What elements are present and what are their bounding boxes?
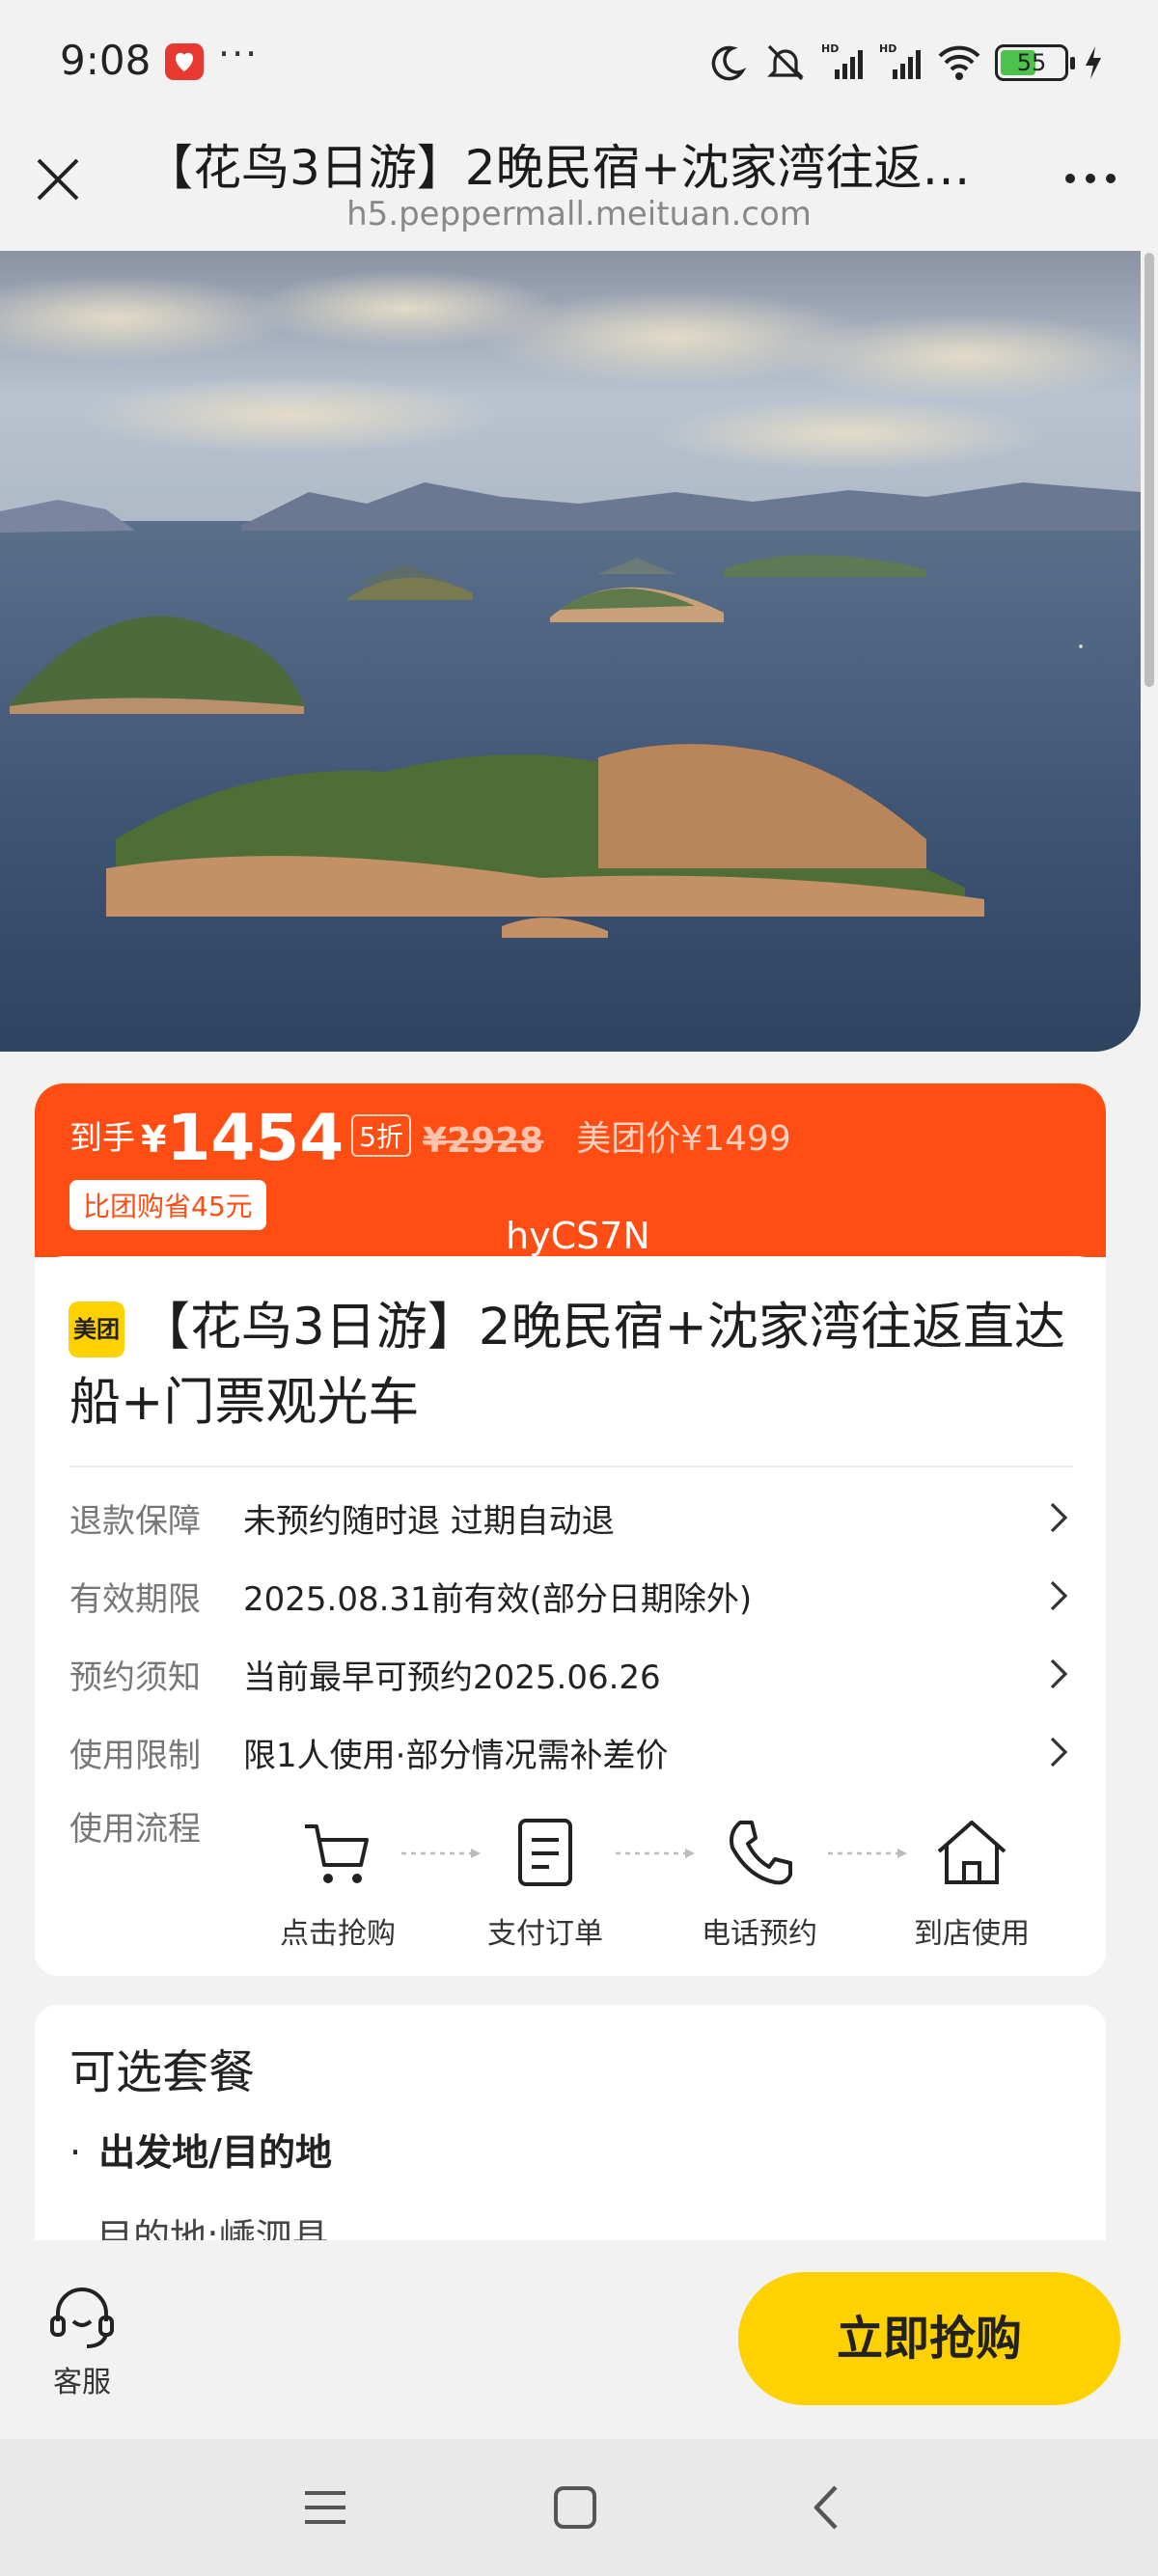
page-title: 【花鸟3日游】2晚民宿+沈家湾往返直达船+门票观光车: [145, 140, 1013, 196]
flow-step-label: 电话预约: [702, 1917, 817, 1951]
flow-step-label: 支付订单: [487, 1917, 603, 1951]
overlay-code: hyCS7N: [506, 1215, 650, 1257]
moon-icon: [711, 45, 747, 81]
price-banner: 到手 ¥ 1454 5折 ¥2928 美团价¥1499 比团购省45元 hyCS…: [35, 1083, 1106, 1257]
svg-text:HD: HD: [879, 42, 896, 55]
usage-flow-label: 使用流程: [69, 1810, 201, 1849]
info-row-refund[interactable]: 退款保障 未预约随时退 过期自动退: [69, 1489, 1073, 1547]
chevron-right-icon: [1050, 1658, 1068, 1689]
flow-step-visit: 到店使用: [890, 1813, 1054, 1952]
buy-now-button[interactable]: 立即抢购: [738, 2272, 1120, 2405]
info-value: 未预约随时退 过期自动退: [243, 1501, 615, 1541]
status-bar: 9:08 ··· HD HD 55: [0, 0, 1158, 125]
chevron-right-icon: [1050, 1502, 1068, 1533]
info-value: 当前最早可预约2025.06.26: [243, 1658, 661, 1697]
divider: [69, 1466, 1073, 1467]
svg-text:HD: HD: [821, 42, 839, 55]
product-detail-card: 美团 【花鸟3日游】2晚民宿+沈家湾往返直达船+门票观光车 退款保障 未预约随时…: [35, 1256, 1106, 1976]
menu-icon[interactable]: [299, 2481, 351, 2534]
info-value: 2025.08.31前有效(部分日期除外): [243, 1579, 753, 1619]
info-row-usage-limit[interactable]: 使用限制 限1人使用·部分情况需补差价: [69, 1723, 1073, 1781]
info-value: 限1人使用·部分情况需补差价: [243, 1736, 669, 1775]
flow-step-label: 点击抢购: [280, 1917, 396, 1951]
final-price: 1454: [166, 1101, 345, 1175]
info-row-validity[interactable]: 有效期限 2025.08.31前有效(部分日期除外): [69, 1567, 1073, 1625]
headset-icon: [50, 2288, 114, 2348]
close-icon[interactable]: [31, 152, 85, 206]
document-icon: [518, 1819, 572, 1886]
customer-service-label: 客服: [53, 2366, 111, 2399]
browser-header: 【花鸟3日游】2晚民宿+沈家湾往返直达船+门票观光车 h5.peppermall…: [0, 125, 1158, 251]
signal-hd-icon: HD: [821, 42, 863, 79]
currency-symbol: ¥: [141, 1118, 167, 1161]
destination-text: 目的地:嵊泗县: [96, 2216, 329, 2240]
cart-icon: [305, 1824, 369, 1883]
chevron-right-icon: [1050, 1580, 1068, 1611]
status-more: ···: [218, 33, 260, 75]
meituan-price: 美团价¥1499: [576, 1119, 791, 1159]
charging-icon: [1086, 46, 1101, 79]
home-square-icon[interactable]: [549, 2481, 601, 2534]
wifi-icon: [938, 45, 980, 80]
final-price-label: 到手: [69, 1119, 135, 1158]
signal-hd-icon: HD: [879, 42, 921, 79]
page-scrollbar[interactable]: [1144, 253, 1154, 687]
info-key: 有效期限: [69, 1579, 201, 1619]
info-row-booking[interactable]: 预约须知 当前最早可预约2025.06.26: [69, 1645, 1073, 1703]
more-options-icon[interactable]: [1062, 164, 1119, 193]
flow-step-label: 到店使用: [914, 1917, 1030, 1951]
info-key: 使用限制: [69, 1736, 201, 1775]
flow-step-pay: 支付订单: [463, 1813, 627, 1952]
home-icon: [937, 1821, 1006, 1884]
page-url: h5.peppermall.meituan.com: [346, 195, 812, 233]
system-navigation-bar: [0, 2439, 1158, 2576]
info-key: 退款保障: [69, 1501, 201, 1541]
package-subsection: · 出发地/目的地: [69, 2123, 332, 2176]
island-landscape-image: [0, 251, 1141, 1052]
battery-level: 55: [1016, 49, 1047, 76]
info-key: 预约须知: [69, 1658, 201, 1697]
status-time: 9:08: [60, 37, 152, 84]
back-icon[interactable]: [801, 2481, 853, 2534]
package-subsection-title: 出发地/目的地: [98, 2131, 332, 2174]
chevron-right-icon: [1050, 1737, 1068, 1768]
mute-icon: [767, 44, 804, 81]
original-price: ¥2928: [422, 1121, 544, 1161]
battery-indicator: 55: [995, 44, 1075, 81]
status-icons: HD HD 55: [705, 39, 1105, 87]
product-title: 【花鸟3日游】2晚民宿+沈家湾往返直达船+门票观光车: [69, 1298, 1065, 1432]
package-options-card: 可选套餐 · 出发地/目的地 目的地:嵊泗县: [35, 2005, 1106, 2240]
app-notification-icon: [165, 43, 204, 80]
flow-step-purchase: 点击抢购: [256, 1813, 420, 1952]
bullet: ·: [69, 2131, 82, 2174]
savings-badge: 比团购省45元: [69, 1180, 266, 1230]
phone-icon: [730, 1821, 792, 1885]
customer-service-button[interactable]: 客服: [39, 2279, 125, 2400]
flow-step-call: 电话预约: [677, 1813, 841, 1952]
bottom-action-bar: 客服 立即抢购: [0, 2240, 1158, 2439]
package-section-title: 可选套餐: [69, 2045, 256, 2099]
hero-image[interactable]: [0, 251, 1141, 1052]
discount-badge: 5折: [351, 1114, 411, 1157]
